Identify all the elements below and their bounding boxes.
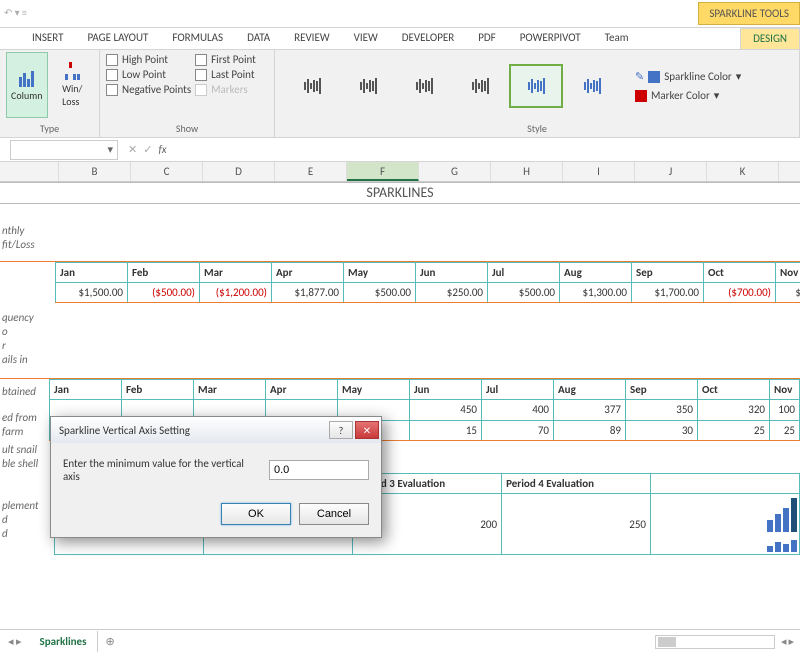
worksheet-area[interactable]: SPARKLINES nthly fit/Loss JanFebMarAprMa… <box>0 182 800 622</box>
profit-row[interactable]: $1,500.00 ($500.00) ($1,200.00) $1,877.0… <box>56 283 800 303</box>
tab-insert[interactable]: INSERT <box>20 28 76 49</box>
quick-access-toolbar[interactable]: ↶ ▾ ≡ <box>4 6 27 19</box>
dropdown-icon[interactable]: ▾ <box>103 143 117 156</box>
dropdown-icon: ▾ <box>714 89 720 102</box>
dialog-help-button[interactable]: ? <box>329 421 353 439</box>
sparkline-type-column-button[interactable]: Column <box>6 52 48 118</box>
ribbon-tabs: INSERT PAGE LAYOUT FORMULAS DATA REVIEW … <box>0 28 800 50</box>
dialog-label: Enter the minimum value for the vertical… <box>63 457 259 483</box>
tab-view[interactable]: VIEW <box>342 28 390 49</box>
tab-formulas[interactable]: FORMULAS <box>160 28 235 49</box>
check-last-point[interactable]: Last Point <box>195 67 256 82</box>
check-negative-points[interactable]: Negative Points <box>106 82 191 97</box>
tab-powerpivot[interactable]: POWERPIVOT <box>508 28 593 49</box>
formula-bar: ▾ ✕ ✓ fx <box>0 138 800 162</box>
pen-icon: ✎ <box>635 70 644 83</box>
column-chart-icon <box>15 69 39 87</box>
style-option-6[interactable] <box>565 64 619 108</box>
column-headers[interactable]: B C D E F G H I J K <box>0 162 800 182</box>
group-label-style: Style <box>281 120 793 135</box>
group-label-type: Type <box>6 120 93 135</box>
style-option-3[interactable] <box>397 64 451 108</box>
sheet-title: SPARKLINES <box>0 182 800 204</box>
tab-nav-icons[interactable]: ◂ ▸ <box>0 635 30 648</box>
fx-icon[interactable]: fx <box>158 143 166 156</box>
winloss-chart-icon <box>60 62 84 80</box>
name-box[interactable]: ▾ <box>10 140 118 160</box>
tab-team[interactable]: Team <box>593 28 641 49</box>
marker-color-button[interactable]: Marker Color▾ <box>633 87 743 104</box>
sheet-tab-sparklines[interactable]: Sparklines <box>30 631 98 652</box>
scroll-left-icon[interactable]: ◂ <box>781 635 787 649</box>
tab-developer[interactable]: DEVELOPER <box>390 28 466 49</box>
cancel-formula-icon[interactable]: ✕ <box>128 143 137 156</box>
tab-page-layout[interactable]: PAGE LAYOUT <box>76 28 161 49</box>
sheet-tab-bar: ◂ ▸ Sparklines ⊕ ◂ ▸ <box>0 629 800 653</box>
sparkline-preview <box>651 494 799 534</box>
ok-button[interactable]: OK <box>221 503 291 525</box>
enter-formula-icon[interactable]: ✓ <box>143 143 152 156</box>
check-first-point[interactable]: First Point <box>195 52 256 67</box>
check-low-point[interactable]: Low Point <box>106 67 191 82</box>
check-markers[interactable]: Markers <box>195 82 256 97</box>
check-high-point[interactable]: High Point <box>106 52 191 67</box>
tab-pdf[interactable]: PDF <box>466 28 508 49</box>
horizontal-scrollbar[interactable] <box>655 635 775 649</box>
months-header-row[interactable]: JanFebMarAprMayJunJulAugSepOctNov <box>56 263 800 283</box>
cancel-button[interactable]: Cancel <box>299 503 369 525</box>
tab-data[interactable]: DATA <box>235 28 282 49</box>
style-option-4[interactable] <box>453 64 507 108</box>
sparkline-type-winloss-button[interactable]: Win/ Loss <box>52 52 94 118</box>
tab-review[interactable]: REVIEW <box>282 28 342 49</box>
dialog-close-button[interactable]: ✕ <box>355 421 379 439</box>
sparkline-style-gallery[interactable] <box>281 60 623 112</box>
contextual-tool-label: SPARKLINE TOOLS <box>698 2 800 25</box>
vertical-axis-dialog: Sparkline Vertical Axis Setting ? ✕ Ente… <box>50 416 382 538</box>
tab-design[interactable]: DESIGN <box>740 28 800 49</box>
group-label-show: Show <box>106 120 268 135</box>
style-option-2[interactable] <box>341 64 395 108</box>
formula-input[interactable] <box>173 140 800 160</box>
ribbon: Column Win/ Loss Type High Point Low Poi… <box>0 50 800 138</box>
vertical-axis-min-input[interactable] <box>269 460 369 480</box>
style-option-5-selected[interactable] <box>509 64 563 108</box>
style-option-1[interactable] <box>285 64 339 108</box>
months-header-row-2[interactable]: JanFebMarAprMayJunJulAugSepOctNov <box>50 380 800 400</box>
title-bar: ↶ ▾ ≡ SPARKLINE TOOLS <box>0 0 800 28</box>
scroll-right-icon[interactable]: ▸ <box>788 635 794 649</box>
add-sheet-button[interactable]: ⊕ <box>98 633 123 650</box>
dropdown-icon: ▾ <box>736 70 742 83</box>
sparkline-color-button[interactable]: ✎Sparkline Color▾ <box>633 68 743 85</box>
dialog-titlebar[interactable]: Sparkline Vertical Axis Setting ? ✕ <box>51 417 381 443</box>
